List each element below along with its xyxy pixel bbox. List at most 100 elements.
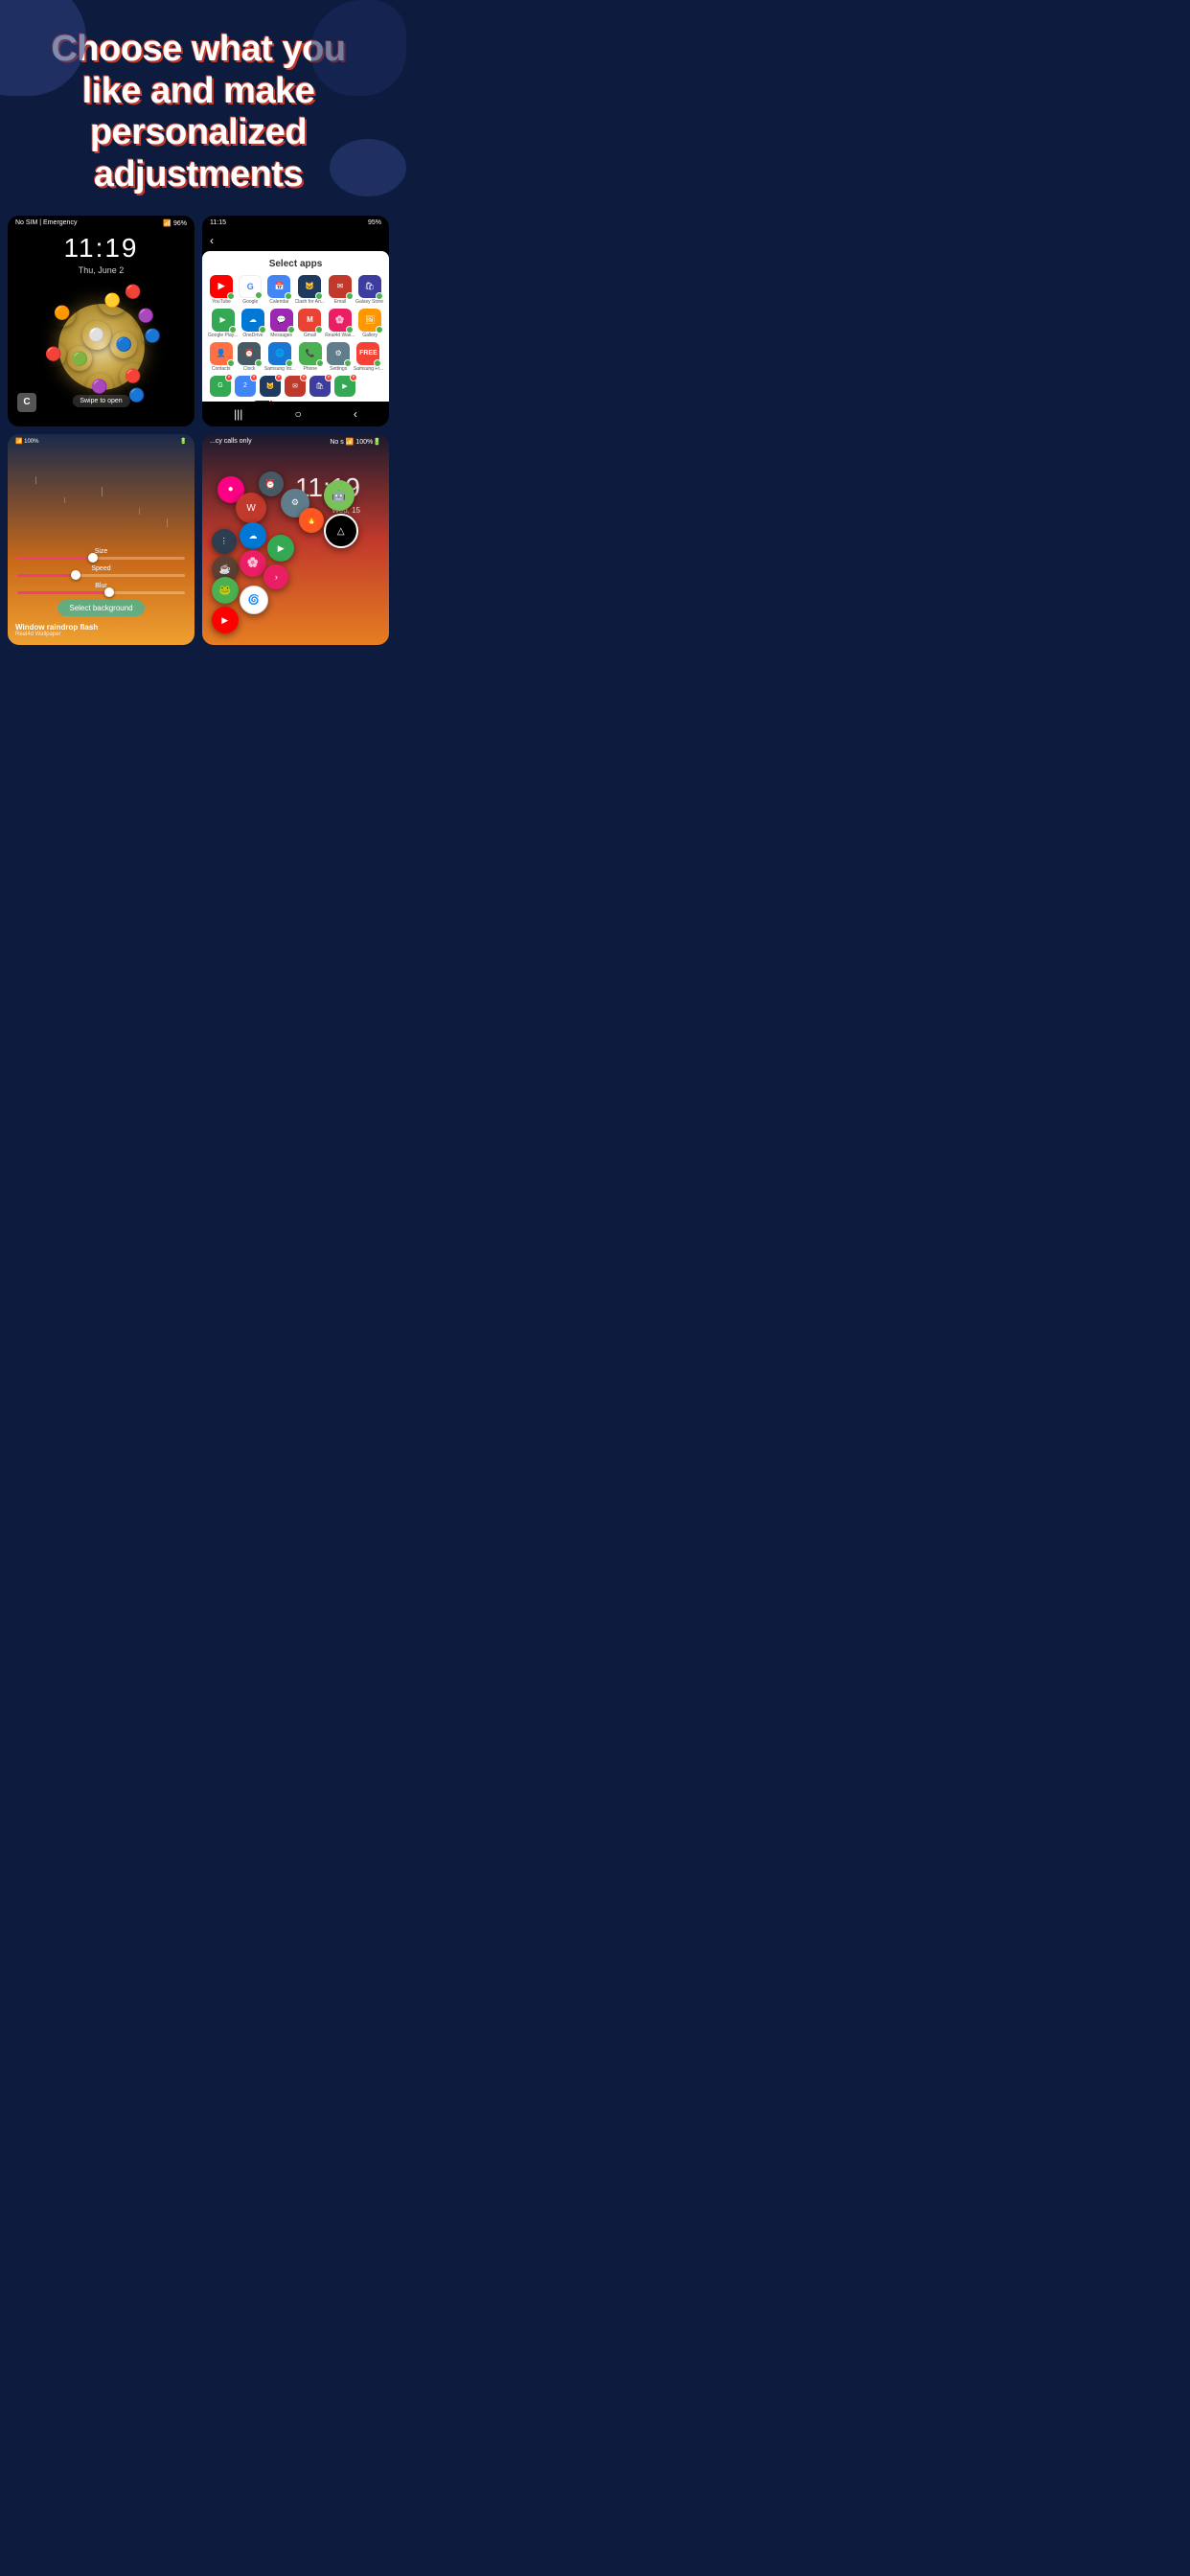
selected-icon-2[interactable]: 2 × [235, 376, 256, 397]
selected-icon-1[interactable]: G × [210, 376, 231, 397]
decorative-blob-br [330, 139, 406, 196]
city-ball-unity: △ [324, 514, 358, 548]
city-ball-android: 🤖 [324, 480, 355, 511]
app-ball-9: ⚪ [82, 321, 111, 350]
rain-speed-row: Speed [17, 565, 185, 577]
remove-icon-5[interactable]: × [325, 374, 332, 381]
app-item-settings[interactable]: ⚙ Settings [325, 342, 351, 372]
rain-title: Window raindrop flash [15, 623, 98, 632]
app-icon-contacts: 👤 [210, 342, 233, 365]
nav-menu-icon[interactable]: ||| [234, 407, 242, 421]
app-icon-gmail: M [298, 309, 321, 332]
app-ball-3: 🔵 [110, 332, 137, 358]
select-background-button[interactable]: Select background [57, 600, 144, 616]
app-icon-settings: ⚙ [327, 342, 350, 365]
raindrop-4 [139, 508, 140, 515]
rain-size-thumb[interactable] [88, 553, 98, 563]
app-item-galaxy[interactable]: 🛍 Galaxy Store [355, 275, 383, 305]
selected-icon-5[interactable]: 🛍 × [309, 376, 331, 397]
rain-size-row: Size [17, 548, 185, 560]
app-ball-8: 🟠 [49, 300, 76, 327]
app-check-onedrive [259, 326, 266, 334]
selected-icon-3[interactable]: 🐱 × [260, 376, 281, 397]
app-check-galaxy [376, 292, 383, 300]
app-item-onedrive[interactable]: ☁ OneDrive [240, 309, 266, 338]
app-item-play[interactable]: ▶ Google Play... [208, 309, 238, 338]
rain-status-left: 📶 100% [15, 438, 38, 445]
app-check-google [255, 291, 263, 299]
app-check-play [229, 326, 237, 334]
app-ball-5: 🟢 [67, 346, 92, 371]
selected-apps-row: G × 2 × 🐱 × ✉ × 🛍 × [208, 376, 383, 397]
city-ball-opera: 🌀 [240, 586, 268, 614]
rain-controls: Size Speed Blur Select [8, 548, 195, 616]
app-item-contacts[interactable]: 👤 Contacts [208, 342, 234, 372]
remove-icon-6[interactable]: × [350, 374, 357, 381]
swipe-hint: Swipe to open [72, 395, 129, 407]
app-icon-onedrive: ☁ [241, 309, 264, 332]
app-icon-play: ▶ [212, 309, 235, 332]
apps-grid-row1: ▶ YouTube G Google 📅 [208, 275, 383, 305]
app-check-settings [344, 359, 352, 367]
rain-status-bar: 📶 100% 🔋 [8, 434, 195, 448]
rain-speed-track[interactable] [17, 574, 185, 577]
app-item-samsung-int[interactable]: 🌐 Samsung Int... [264, 342, 295, 372]
app-item-samsung-fr[interactable]: FREE Samsung Fr... [354, 342, 383, 372]
remove-icon-4[interactable]: × [300, 374, 308, 381]
app-item-email[interactable]: ✉ Email [327, 275, 354, 305]
app-icon-samsung-fr: FREE [356, 342, 379, 365]
rain-status-right: 🔋 [180, 438, 187, 445]
app-item-gmail[interactable]: M Gmail [297, 309, 324, 338]
app-check-clock [255, 359, 263, 367]
rain-size-fill [17, 557, 93, 560]
app-item-gallery[interactable]: 🖼 Gallery [356, 309, 383, 338]
remove-icon-2[interactable]: × [250, 374, 258, 381]
city-ball-play: ▶ [267, 535, 294, 562]
city-ball-clock: ⏰ [259, 472, 284, 496]
app-check-phone [316, 359, 324, 367]
app-ball-2: 🟣 [135, 304, 158, 327]
nav-home-icon[interactable]: ○ [295, 407, 302, 421]
app-item-calendar[interactable]: 📅 Calendar [265, 275, 292, 305]
app-item-clock[interactable]: ⏰ Clock [236, 342, 262, 372]
rain-size-track[interactable] [17, 557, 185, 560]
selected-icon-6[interactable]: ▶ × [334, 376, 355, 397]
app-icon-samsung-int: 🌐 [268, 342, 291, 365]
app-icon-google: G [239, 275, 262, 298]
bg-remove-icon[interactable] [269, 401, 274, 402]
app-check-messages [287, 326, 295, 334]
city-ball-menu: ⋮ [212, 529, 237, 554]
app-item-google[interactable]: G Google [237, 275, 263, 305]
app-item-youtube[interactable]: ▶ YouTube [208, 275, 235, 305]
rain-speed-thumb[interactable] [71, 570, 80, 580]
app-label-google: Google [237, 299, 263, 305]
app-icon-email: ✉ [329, 275, 352, 298]
rain-blur-track[interactable] [17, 591, 185, 594]
rain-blur-thumb[interactable] [104, 587, 114, 597]
screen-raindrop: 📶 100% 🔋 Size Speed [8, 434, 195, 645]
screen-select-apps: 11:15 95% ‹ Select apps ▶ YouTube G [202, 216, 389, 426]
app-icon-calendar: 📅 [267, 275, 290, 298]
raindrop-2 [64, 497, 65, 503]
rain-blur-fill [17, 591, 109, 594]
app-ball-7: 🔵 [142, 325, 163, 346]
app-ball-4: 🟡 [98, 285, 128, 315]
app-item-phone[interactable]: 📞 Phone [297, 342, 323, 372]
app-item-messages[interactable]: 💬 Messages [268, 309, 295, 338]
back-bar[interactable]: ‹ [202, 230, 389, 251]
rain-caption: Window raindrop flash Real4d Wallpaper [15, 623, 98, 637]
nav-back-icon[interactable]: ‹ [354, 407, 357, 421]
remove-icon-1[interactable]: × [225, 374, 233, 381]
remove-icon-3[interactable]: × [275, 374, 283, 381]
selected-icon-4[interactable]: ✉ × [285, 376, 306, 397]
app-check-contacts [227, 359, 235, 367]
app-check-samsung-int [286, 359, 293, 367]
app-ball-10: 🔴 [41, 342, 66, 367]
app-item-real4d[interactable]: 🌸 Real4d Wall... [325, 309, 355, 338]
status-bar-2: 11:15 95% [202, 216, 389, 230]
app-icon-clash: 🐱 [298, 275, 321, 298]
app-item-clash[interactable]: 🐱 Clash for An... [295, 275, 325, 305]
background-thumbnail[interactable] [253, 401, 274, 402]
app-icon-galaxy: 🛍 [358, 275, 381, 298]
back-icon[interactable]: ‹ [210, 234, 214, 247]
